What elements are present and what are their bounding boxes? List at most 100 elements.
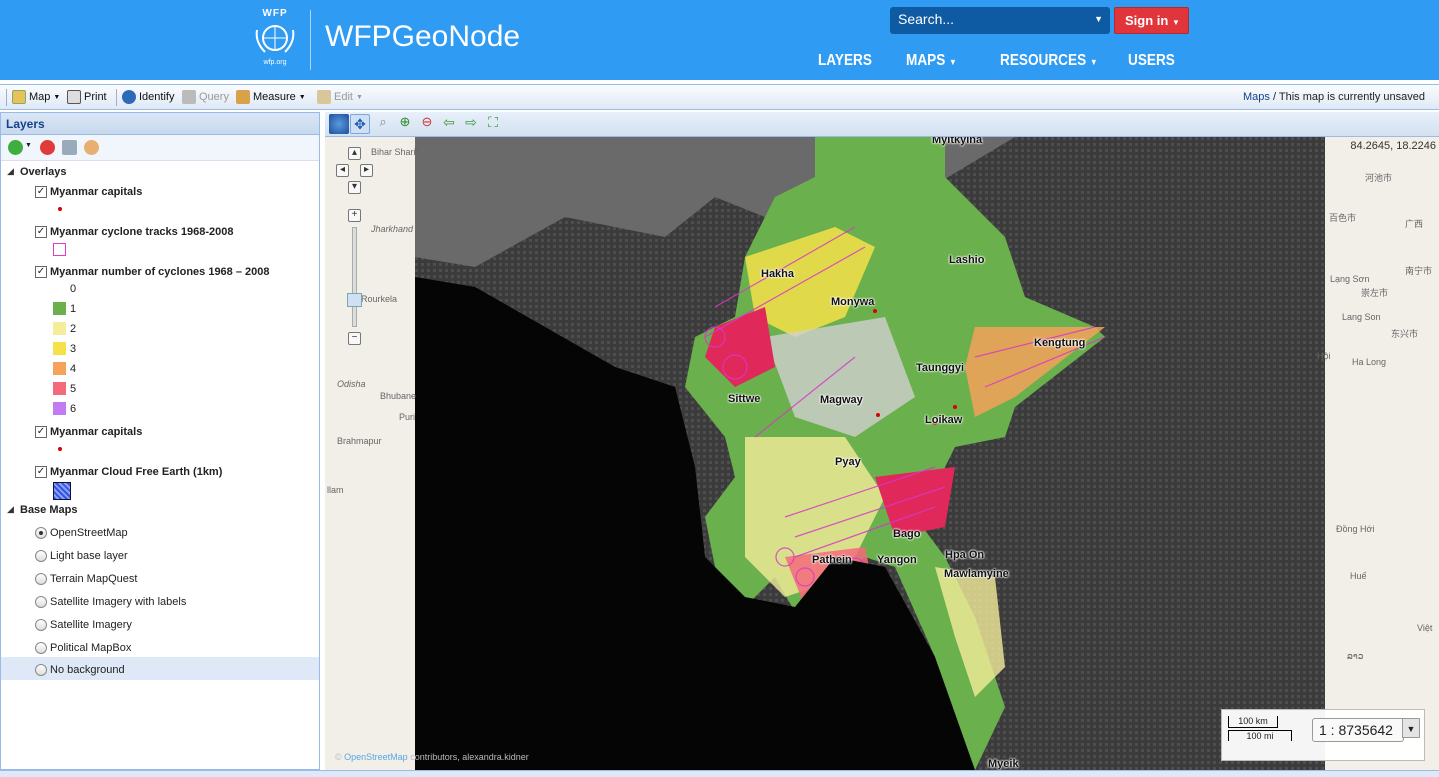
basemap-radio[interactable] [35, 596, 47, 608]
nav-layers[interactable]: LAYERS [818, 52, 872, 70]
zoom-in-icon[interactable]: ⊕ [395, 114, 415, 134]
osm-label: 河池市 [1365, 173, 1393, 183]
basemap-radio[interactable] [35, 573, 47, 585]
breadcrumb-maps-link[interactable]: Maps [1243, 91, 1270, 103]
bottom-splitter[interactable] [0, 770, 1439, 777]
basemap-radio[interactable] [35, 642, 47, 654]
legend-swatch-5 [53, 382, 66, 395]
forward-arrow-icon[interactable]: ⇨ [461, 114, 481, 134]
globe-icon[interactable] [329, 114, 349, 134]
osm-label: 百色市 [1329, 213, 1357, 223]
layer-checkbox[interactable]: ✓ [35, 426, 47, 438]
zoom-out-icon[interactable]: ⊖ [417, 114, 437, 134]
osm-basemap-right [1325, 137, 1439, 770]
basemap-political[interactable]: Political MapBox [1, 639, 319, 659]
zoom-extent-icon[interactable]: ⛶ [483, 114, 503, 134]
caret-down-icon: ▼ [1171, 18, 1180, 27]
basemap-radio[interactable] [35, 550, 47, 562]
nav-users[interactable]: USERS [1128, 52, 1175, 70]
collapse-icon[interactable]: ◢ [7, 504, 14, 515]
caret-down-icon: ▼ [298, 93, 306, 101]
brand-title[interactable]: WFPGeoNode [325, 20, 520, 54]
edit-button[interactable]: Edit ▼ [317, 90, 363, 104]
attribution-text: contributors, alexandra.kidner [410, 752, 529, 762]
search-placeholder: Search... [898, 11, 955, 27]
nav-maps[interactable]: MAPS ▼ [906, 52, 957, 70]
city-label: Magway [820, 394, 863, 406]
add-layer-icon[interactable] [8, 140, 23, 155]
city-label: Taunggyi [916, 362, 965, 374]
search-input[interactable]: Search... ▼ [890, 7, 1110, 34]
osm-label: Jharkhand [371, 224, 414, 234]
basemap-label: No background [50, 664, 125, 676]
layer-checkbox[interactable]: ✓ [35, 186, 47, 198]
zoom-box-icon[interactable]: ⌕ [373, 114, 393, 134]
layer-cloud-free-earth[interactable]: ✓ Myanmar Cloud Free Earth (1km) [1, 463, 319, 483]
layers-panel-title: Layers [1, 113, 319, 135]
legend-label-5: 5 [70, 383, 77, 395]
city-label: Loikaw [925, 414, 963, 426]
remove-layer-icon[interactable] [40, 140, 55, 155]
basemap-none[interactable]: No background [1, 657, 319, 680]
pan-down-button[interactable]: ▾ [348, 181, 361, 194]
pan-up-button[interactable]: ▴ [348, 147, 361, 160]
basemap-label: Terrain MapQuest [50, 573, 138, 585]
city-label: Kengtung [1034, 337, 1086, 349]
city-label: Yangon [877, 554, 917, 566]
caret-down-icon[interactable]: ▼ [25, 142, 32, 149]
nav-resources[interactable]: RESOURCES ▼ [1000, 52, 1098, 70]
pan-left-button[interactable]: ◂ [336, 164, 349, 177]
layer-myanmar-capitals-2[interactable]: ✓ Myanmar capitals [1, 423, 319, 443]
chevron-down-icon[interactable]: ▼ [1402, 718, 1420, 738]
map-menu-button[interactable]: Map ▼ [12, 90, 60, 104]
print-button[interactable]: Print [67, 90, 107, 104]
layer-checkbox[interactable]: ✓ [35, 226, 47, 238]
basemap-radio[interactable] [35, 527, 47, 539]
basemap-satellite-labels[interactable]: Satellite Imagery with labels [1, 593, 319, 613]
track-symbol [53, 243, 66, 256]
scale-select[interactable]: 1 : 8735642 [1312, 718, 1404, 742]
basemap-radio[interactable] [35, 664, 47, 676]
palette-icon[interactable] [84, 140, 99, 155]
layer-cyclone-count[interactable]: ✓ Myanmar number of cyclones 1968 – 2008 [1, 263, 319, 283]
base-maps-group[interactable]: ◢ Base Maps [1, 501, 319, 521]
zoom-slider-handle[interactable] [347, 293, 362, 307]
logo-url: wfp.org [263, 59, 287, 66]
overlays-group[interactable]: ◢ Overlays [1, 163, 319, 183]
chevron-down-icon[interactable]: ▼ [1094, 14, 1103, 24]
basemap-radio[interactable] [35, 619, 47, 631]
city-label: Sittwe [728, 393, 761, 405]
osm-label: Bhubane [380, 391, 417, 401]
osm-label: llam [327, 485, 344, 495]
toolbar-separator [6, 89, 7, 106]
measure-button[interactable]: Measure ▼ [236, 90, 306, 104]
layer-cyclone-tracks[interactable]: ✓ Myanmar cyclone tracks 1968-2008 [1, 223, 319, 243]
signin-button[interactable]: Sign in ▼ [1114, 7, 1189, 34]
identify-button[interactable]: Identify [122, 90, 174, 104]
basemap-openstreetmap[interactable]: OpenStreetMap [1, 524, 319, 544]
signin-label: Sign in [1125, 13, 1169, 28]
scalebar-km: 100 km [1228, 716, 1278, 728]
pan-icon[interactable]: ✥ [350, 114, 370, 134]
map-overlay-svg [415, 137, 1325, 770]
basemap-satellite[interactable]: Satellite Imagery [1, 616, 319, 636]
zoom-slider-track[interactable] [352, 227, 357, 327]
nav-maps-label: MAPS [906, 52, 946, 69]
breadcrumb-status: / This map is currently unsaved [1272, 91, 1425, 103]
back-arrow-icon[interactable]: ⇦ [439, 114, 459, 134]
layer-checkbox[interactable]: ✓ [35, 266, 47, 278]
layer-myanmar-capitals[interactable]: ✓ Myanmar capitals [1, 183, 319, 203]
query-button[interactable]: Query [182, 90, 229, 104]
collapse-icon[interactable]: ◢ [7, 166, 14, 177]
layer-checkbox[interactable]: ✓ [35, 466, 47, 478]
wrench-icon[interactable] [62, 140, 77, 155]
osm-attribution-link[interactable]: OpenStreetMap [344, 752, 408, 762]
zoom-out-button[interactable]: − [348, 332, 361, 345]
basemap-light[interactable]: Light base layer [1, 547, 319, 567]
zoom-in-button[interactable]: + [348, 209, 361, 222]
basemap-terrain[interactable]: Terrain MapQuest [1, 570, 319, 590]
map-canvas[interactable]: Myitkyina Hakha Lashio Monywa Kengtung T… [325, 137, 1439, 770]
wfp-logo[interactable]: WFP wfp.org [244, 8, 306, 72]
pan-right-button[interactable]: ▸ [360, 164, 373, 177]
osm-label: Rourkela [361, 294, 398, 304]
